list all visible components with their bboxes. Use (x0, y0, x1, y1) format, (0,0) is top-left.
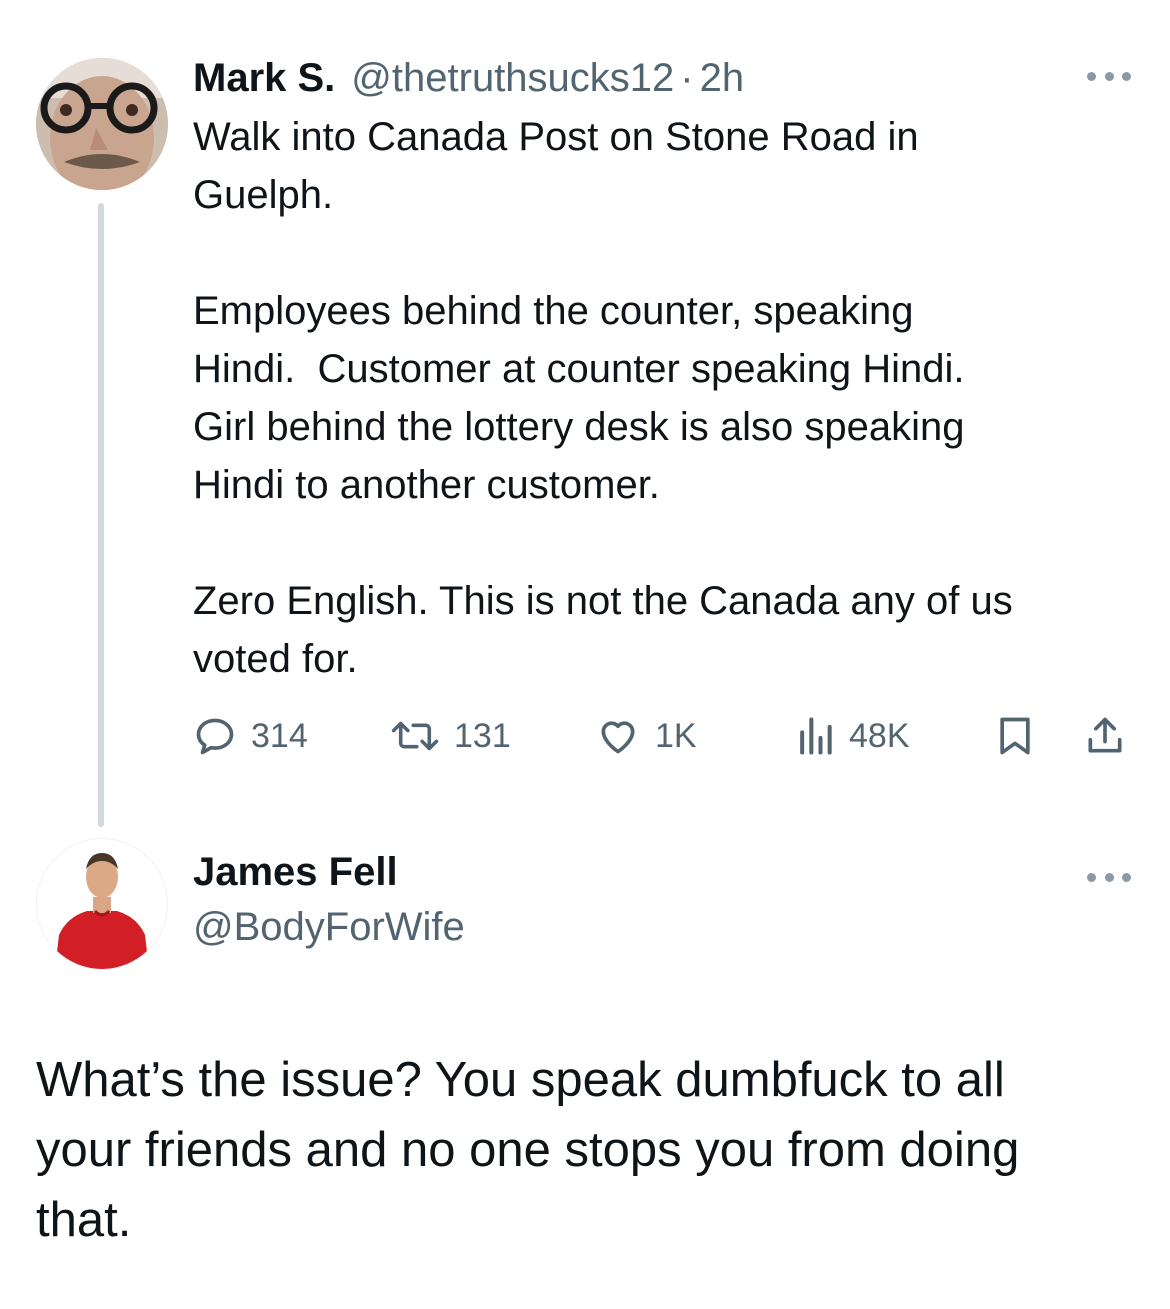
like-button[interactable]: 1K (595, 704, 697, 768)
more-icon[interactable] (1087, 66, 1131, 86)
thread-connector-line (98, 203, 104, 827)
retweet-button[interactable]: 131 (390, 704, 511, 768)
tweet1-separator: · (680, 55, 694, 100)
share-button[interactable] (1082, 704, 1128, 768)
tweet1-author-name[interactable]: Mark S. (193, 56, 335, 101)
tweet2-author-name[interactable]: James Fell (193, 850, 398, 895)
views-button[interactable]: 48K (795, 704, 910, 768)
like-icon (601, 721, 635, 754)
bookmark-button[interactable] (995, 704, 1035, 768)
avatar-image (37, 839, 167, 969)
tweet1-timestamp[interactable]: 2h (700, 56, 745, 101)
share-icon (1088, 717, 1122, 753)
avatar-james-fell[interactable] (36, 838, 168, 970)
views-icon (800, 717, 832, 755)
avatar-mark-s[interactable] (36, 58, 168, 190)
tweet2-text: What’s the issue? You speak dumbfuck to … (36, 1053, 1020, 1247)
retweet-count: 131 (454, 716, 511, 755)
retweet-icon (391, 721, 439, 751)
avatar-image (36, 58, 168, 190)
reply-icon (196, 718, 234, 755)
more-icon[interactable] (1087, 867, 1131, 887)
tweet2-author-handle[interactable]: @BodyForWife (193, 905, 465, 950)
tweet1-header: Mark S. @thetruthsucks12 · 2h (193, 50, 744, 106)
tweet1-text: Walk into Canada Post on Stone Road in G… (193, 115, 1013, 681)
reply-count: 314 (251, 716, 308, 755)
bookmark-icon (1000, 717, 1030, 755)
tweet1-author-handle[interactable]: @thetruthsucks12 (351, 56, 674, 101)
reply-button[interactable]: 314 (193, 704, 308, 768)
views-count: 48K (849, 716, 910, 755)
like-count: 1K (655, 716, 697, 755)
